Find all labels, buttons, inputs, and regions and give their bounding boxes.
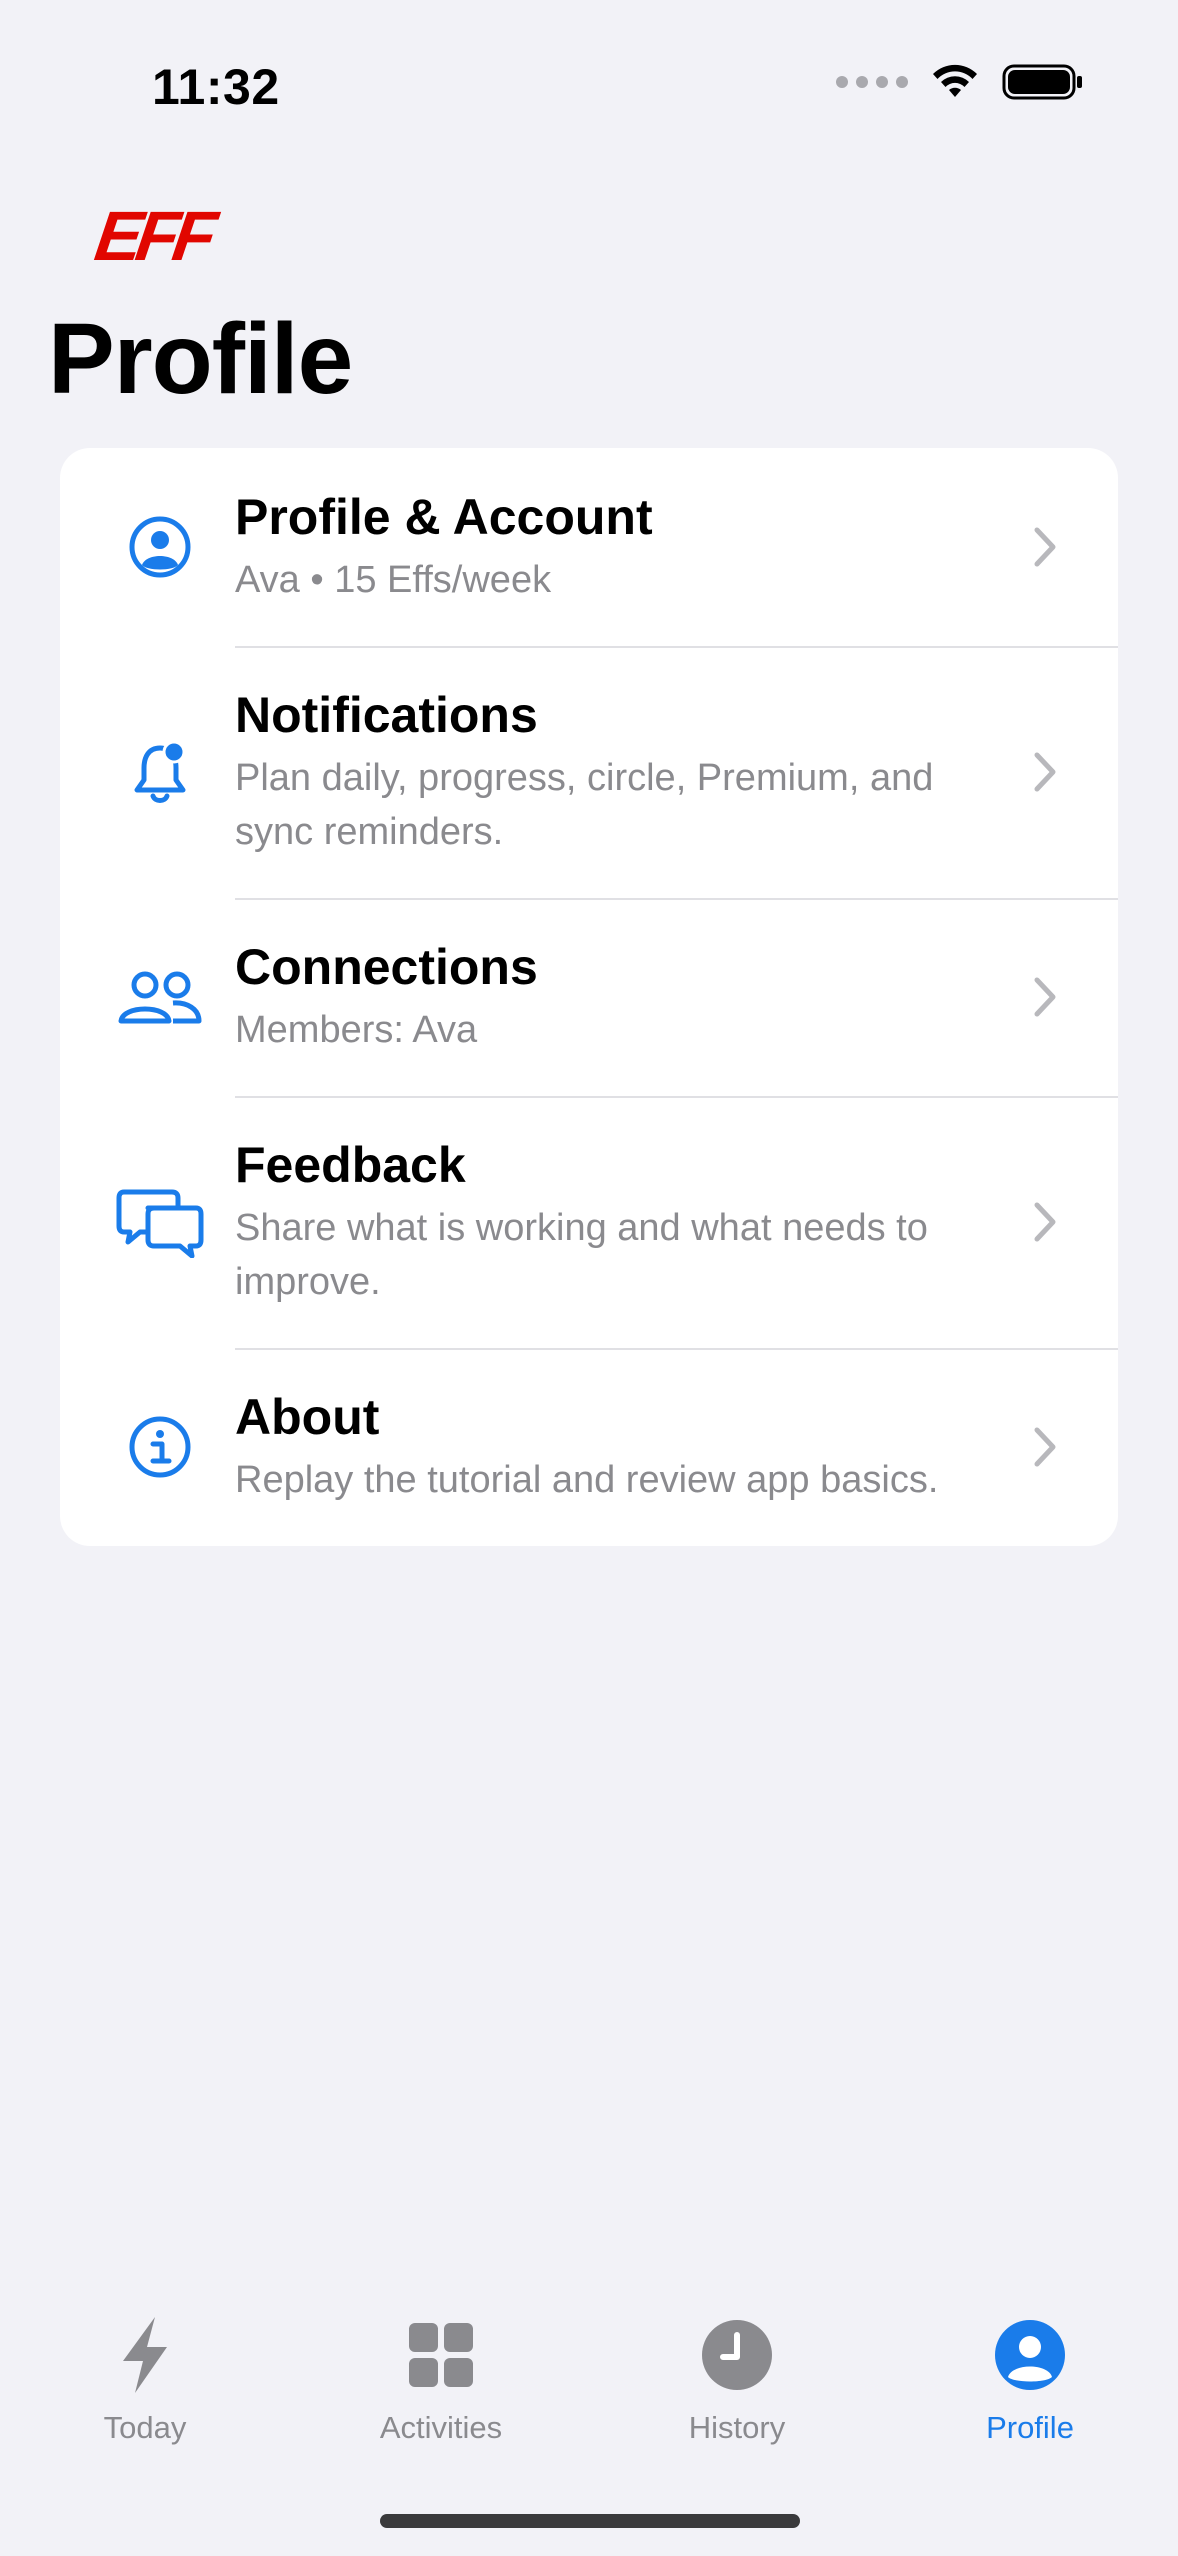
menu-item-about[interactable]: About Replay the tutorial and review app… [60,1348,1118,1546]
chat-bubbles-icon [115,1177,205,1267]
page-title: Profile [48,303,353,415]
app-logo: EFF [90,197,216,275]
status-time: 11:32 [152,59,280,115]
cellular-signal-icon [836,76,908,88]
menu-item-profile-account[interactable]: Profile & Account Ava • 15 Effs/week [60,448,1118,646]
menu-item-subtitle: Members: Ava [235,1009,478,1051]
person-circle-icon [115,502,205,592]
wifi-icon [933,64,977,97]
tab-label: History [688,2410,786,2445]
chevron-right-icon [1034,752,1056,792]
chevron-right-icon [1034,1427,1056,1467]
status-icons [836,62,1084,102]
tab-label: Today [103,2410,187,2445]
menu-item-title: About [235,1389,380,1445]
menu-item-subtitle: Ava • 15 Effs/week [235,559,552,601]
menu-item-subtitle: Replay the tutorial and review app basic… [235,1459,939,1501]
menu-item-connections[interactable]: Connections Members: Ava [60,898,1118,1096]
tab-profile[interactable]: Profile [930,2310,1130,2446]
menu-item-subtitle: Share what is working and what needs to … [235,1207,928,1303]
tab-label: Profile [986,2410,1074,2445]
tab-activities[interactable]: Activities [341,2310,541,2446]
bell-badge-icon [115,727,205,817]
home-indicator[interactable] [380,2514,800,2528]
clock-icon [637,2310,837,2400]
people-icon [115,952,205,1042]
menu-item-title: Feedback [235,1137,466,1193]
chevron-right-icon [1034,977,1056,1017]
info-circle-icon [115,1402,205,1492]
menu-item-notifications[interactable]: Notifications Plan daily, progress, circ… [60,646,1118,898]
battery-icon [1002,64,1082,100]
settings-list: Profile & Account Ava • 15 Effs/week Not… [60,448,1118,1546]
tab-label: Activities [379,2410,503,2445]
menu-item-subtitle: Plan daily, progress, circle, Premium, a… [235,757,934,853]
grid-icon [341,2310,541,2400]
chevron-right-icon [1034,1202,1056,1242]
menu-item-feedback[interactable]: Feedback Share what is working and what … [60,1096,1118,1348]
menu-item-title: Notifications [235,687,538,743]
bolt-icon [45,2310,245,2400]
tab-bar: Today Activities History Profile [0,2310,1178,2450]
tab-today[interactable]: Today [45,2310,245,2446]
menu-item-title: Profile & Account [235,489,653,545]
person-circle-fill-icon [930,2310,1130,2400]
tab-history[interactable]: History [637,2310,837,2446]
chevron-right-icon [1034,527,1056,567]
menu-item-title: Connections [235,939,538,995]
